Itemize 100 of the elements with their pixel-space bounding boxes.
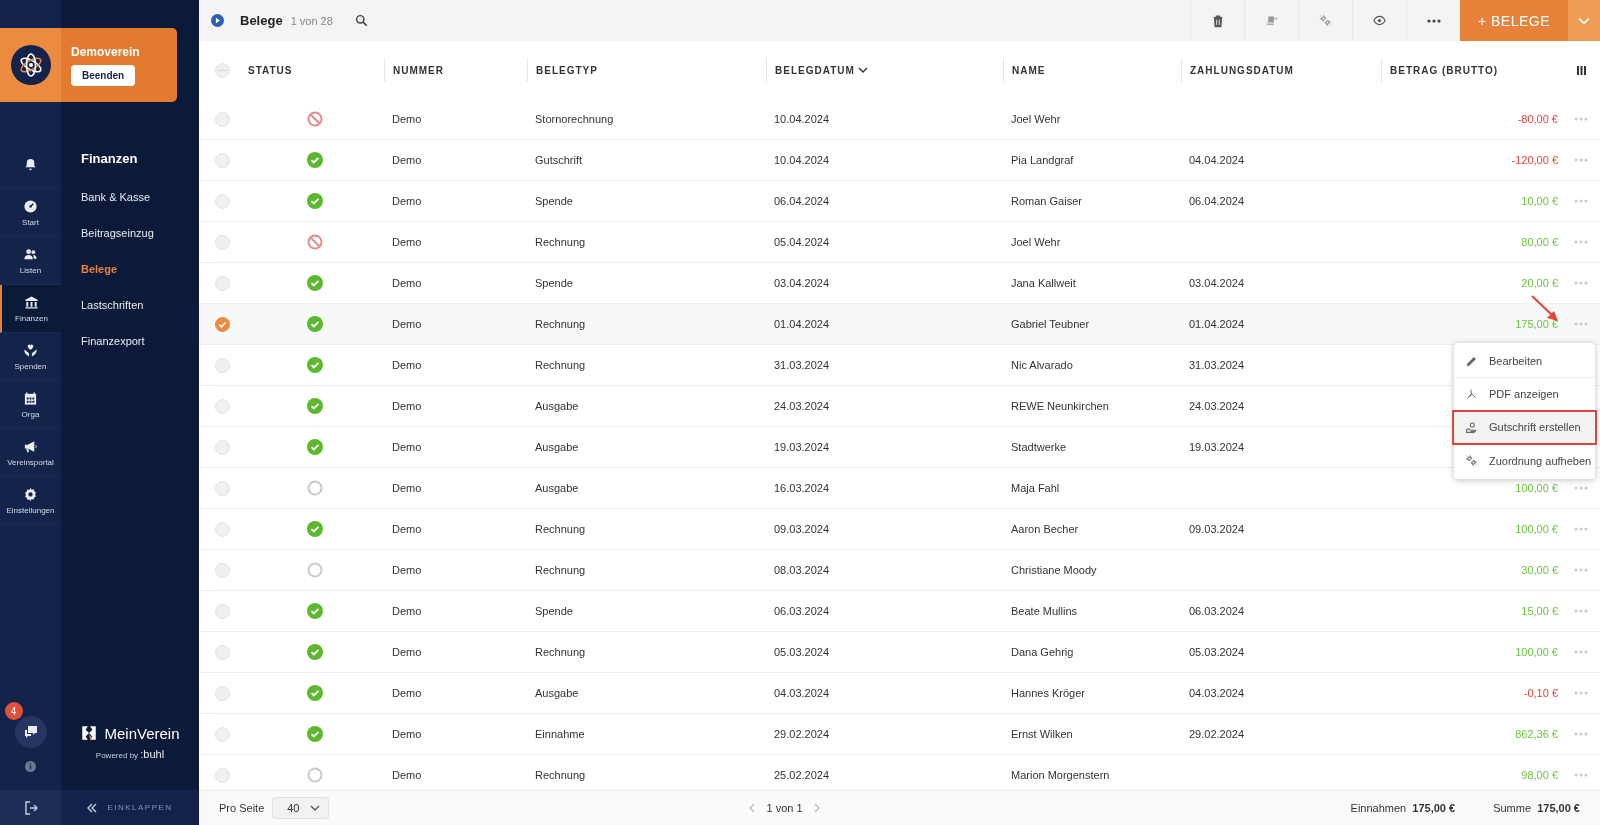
previous-page-icon[interactable] [748,803,757,813]
table-cell: Rechnung [535,236,586,248]
more-icon[interactable] [1574,527,1588,531]
table-cell: 24.03.2024 [774,400,830,412]
table-cell: 01.04.2024 [1189,318,1245,330]
amount-cell: 100,00 € [1515,646,1558,658]
subnav-item[interactable]: Finanzexport [81,321,199,360]
column-header[interactable]: BELEGDATUM [775,64,868,76]
subnav-item[interactable]: Beitragseinzug [81,213,199,252]
column-header[interactable]: NUMMER [393,64,444,76]
play-icon[interactable] [211,14,224,27]
nav-rail-item[interactable]: Orga [0,381,61,429]
more-icon[interactable] [1574,650,1588,654]
table-cell: 06.04.2024 [1189,195,1245,207]
table-cell: 03.04.2024 [1189,277,1245,289]
table-cell: Stornorechnung [535,113,614,125]
more-icon[interactable] [1574,322,1588,326]
column-header[interactable]: STATUS [248,64,293,76]
more-icon[interactable] [1574,691,1588,695]
table-cell: Demo [392,359,422,371]
table-cell: 06.04.2024 [774,195,830,207]
amount-cell: -80,00 € [1517,113,1558,125]
organization-name: Demoverein [71,44,140,59]
gauge-icon [23,198,38,214]
column-header[interactable]: ZAHLUNGSDATUM [1190,64,1294,76]
subnav-item[interactable]: Bank & Kasse [81,177,199,216]
more-icon[interactable] [1574,486,1588,490]
table-cell: Demo [392,523,422,535]
info-icon[interactable] [25,761,36,772]
more-icon[interactable] [1574,773,1588,777]
dropdown-button[interactable] [1568,0,1600,41]
subnav-item[interactable]: Belege [81,249,199,288]
more-icon[interactable] [1574,568,1588,572]
powered-by-text: Powered by :buhl [95,748,165,760]
annotation-arrow [1531,295,1559,322]
table-cell: Demo [392,687,422,699]
nav-rail-item[interactable]: Einstellungen [0,477,61,525]
select-all-checkbox[interactable] [214,62,230,78]
heart-hand-icon [23,342,38,358]
table-cell: Jana Kallweit [1011,277,1076,289]
amount-cell: 10,00 € [1521,195,1558,207]
double-chevron-icon [87,802,98,813]
more-icon[interactable] [1574,609,1588,613]
context-menu-item[interactable]: Gutschrift erstellen [1453,411,1596,444]
more-icon[interactable] [1574,117,1588,121]
table-cell: Rechnung [535,564,586,576]
logout-icon[interactable] [22,799,39,816]
table-cell: 19.03.2024 [774,441,830,453]
table-cell: Gabriel Teubner [1011,318,1090,330]
table-cell: Aaron Becher [1011,523,1079,535]
columns-icon[interactable] [1576,65,1586,75]
table-cell: 29.02.2024 [1189,728,1245,740]
table-cell: 31.03.2024 [774,359,830,371]
table-cell: Pia Landgraf [1011,154,1074,166]
table-cell: Demo [392,236,422,248]
pdf-icon [1465,387,1478,401]
table-cell: Ausgabe [535,687,579,699]
calendar-icon [23,390,38,406]
table-cell: Demo [392,605,422,617]
people-icon [23,246,38,262]
amount-cell: 100,00 € [1515,523,1558,535]
column-header[interactable]: BELEGTYP [536,64,598,76]
more-icon[interactable] [1574,281,1588,285]
more-icon[interactable] [1574,240,1588,244]
table-cell: Joel Wehr [1011,236,1061,248]
chat-question-icon [22,724,39,740]
next-page-icon[interactable] [812,803,821,813]
more-icon[interactable] [1574,199,1588,203]
table-cell: Ernst Wilken [1011,728,1073,740]
column-header[interactable]: BETRAG (BRUTTO) [1390,64,1499,76]
table-cell: 03.04.2024 [774,277,830,289]
brand-logo-icon [80,724,99,742]
table-cell: Demo [392,318,422,330]
column-header[interactable]: NAME [1012,64,1046,76]
table-cell: 25.02.2024 [774,769,830,781]
table-cell: Einnahme [535,728,585,740]
hand-coin-icon [1465,420,1478,434]
table-cell: 04.04.2024 [1189,154,1245,166]
amount-cell: 30,00 € [1521,564,1558,576]
per-page-select[interactable]: 40 [272,797,329,819]
context-menu-item[interactable]: Bearbeiten [1454,345,1595,378]
context-menu-item[interactable]: Zuordnung aufheben [1454,444,1595,477]
more-icon[interactable] [1574,158,1588,162]
chevron-down-icon [309,803,320,813]
table-cell: Spende [535,195,573,207]
nav-rail-item[interactable]: Spenden [0,333,61,381]
more-icon[interactable] [1574,732,1588,736]
table-cell: Marion Morgenstern [1011,769,1110,781]
end-button[interactable]: Beenden [71,64,136,86]
nav-rail-item[interactable]: Finanzen [0,285,61,333]
table-cell: Nic Alvarado [1011,359,1073,371]
table-cell: Demo [392,564,422,576]
help-button[interactable] [14,716,47,748]
bell-icon [23,157,38,172]
nav-rail-item[interactable]: Start [0,189,61,237]
row-checkbox[interactable] [214,316,230,332]
nav-rail-item[interactable]: Vereinsportal [0,429,61,477]
table-cell: Demo [392,195,422,207]
subnav-item[interactable]: Lastschriften [81,285,199,324]
table-cell: Ausgabe [535,482,579,494]
